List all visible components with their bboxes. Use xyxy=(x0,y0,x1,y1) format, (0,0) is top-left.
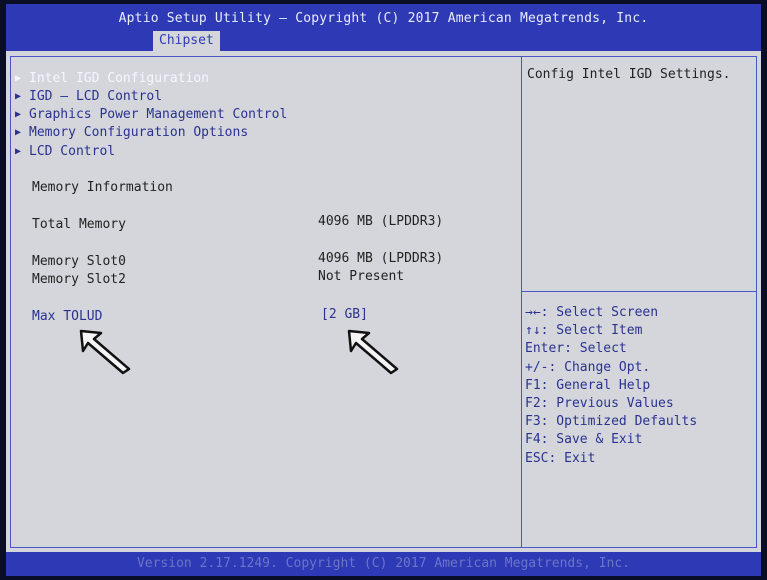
menu-item-label: Intel IGD Configuration xyxy=(29,70,210,86)
key-legend: →←: Select Screen ↑↓: Select Item Enter:… xyxy=(525,304,697,468)
memory-slot0-label: Memory Slot0 xyxy=(32,254,126,269)
header-bar: Aptio Setup Utility – Copyright (C) 2017… xyxy=(6,4,761,51)
app-title: Aptio Setup Utility – Copyright (C) 2017… xyxy=(118,11,649,26)
total-memory-value: 4096 MB (LPDDR3) xyxy=(318,214,444,229)
help-description: Config Intel IGD Settings. xyxy=(527,67,731,82)
footer-bar: Version 2.17.1249. Copyright (C) 2017 Am… xyxy=(6,552,761,576)
menu-item-label: Memory Configuration Options xyxy=(29,124,249,140)
submenu-arrow-icon: ▶ xyxy=(15,108,22,120)
memory-slot2-label: Memory Slot2 xyxy=(32,272,126,287)
max-tolud-label[interactable]: Max TOLUD xyxy=(32,309,102,324)
menu-item-intel-igd-configuration[interactable]: ▶ Intel IGD Configuration xyxy=(15,69,209,87)
menu-item-label: LCD Control xyxy=(29,143,116,159)
annotation-arrow-icon xyxy=(79,329,131,375)
key-hint: F3: Optimized Defaults xyxy=(525,414,698,430)
main-panel: ▶ Intel IGD Configuration ▶ IGD – LCD Co… xyxy=(10,56,757,548)
memory-slot0-value: 4096 MB (LPDDR3) xyxy=(318,251,444,266)
menu-item-memory-configuration[interactable]: ▶ Memory Configuration Options xyxy=(15,123,248,141)
key-hint: F2: Previous Values xyxy=(525,396,674,412)
annotation-arrow-icon xyxy=(347,329,399,375)
submenu-arrow-icon: ▶ xyxy=(15,126,22,138)
menu-item-label: IGD – LCD Control xyxy=(29,88,163,104)
key-hint: ESC: Exit xyxy=(525,450,596,466)
key-hint: →←: Select Screen xyxy=(525,305,659,320)
menu-item-graphics-power-management[interactable]: ▶ Graphics Power Management Control xyxy=(15,105,287,123)
key-hint: F4: Save & Exit xyxy=(525,432,643,448)
key-hint: +/-: Change Opt. xyxy=(525,359,651,375)
menu-item-igd-lcd-control[interactable]: ▶ IGD – LCD Control xyxy=(15,87,162,105)
key-hint: Enter: Select xyxy=(525,341,627,357)
help-divider xyxy=(522,291,756,292)
max-tolud-value[interactable]: [2 GB] xyxy=(321,307,368,322)
version-footer: Version 2.17.1249. Copyright (C) 2017 Am… xyxy=(136,556,631,571)
menu-item-label: Graphics Power Management Control xyxy=(29,106,288,122)
total-memory-label: Total Memory xyxy=(32,217,126,232)
submenu-arrow-icon: ▶ xyxy=(15,72,22,84)
memory-info-heading: Memory Information xyxy=(32,180,173,195)
tab-chipset[interactable]: Chipset xyxy=(153,31,220,51)
bios-screen: Aptio Setup Utility – Copyright (C) 2017… xyxy=(6,4,761,576)
submenu-arrow-icon: ▶ xyxy=(15,90,22,102)
menu-item-lcd-control[interactable]: ▶ LCD Control xyxy=(15,142,115,160)
key-hint: ↑↓: Select Item xyxy=(525,323,643,339)
panel-divider xyxy=(521,57,522,547)
key-hint: F1: General Help xyxy=(525,377,651,393)
memory-slot2-value: Not Present xyxy=(318,269,405,284)
submenu-arrow-icon: ▶ xyxy=(15,145,22,157)
